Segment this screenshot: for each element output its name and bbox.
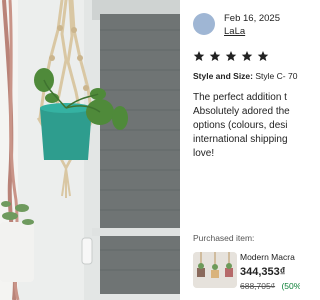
product-name[interactable]: Modern Macra bbox=[240, 252, 295, 262]
product-thumbnail-image bbox=[193, 252, 237, 288]
macrame-plant-hanger-photo bbox=[0, 0, 180, 300]
review-text-line: Absolutely adored the bbox=[193, 106, 290, 117]
product-price: 344,353₫ bbox=[240, 266, 286, 278]
reviewer-avatar[interactable] bbox=[193, 13, 215, 35]
review-text-line: options (colours, desi bbox=[193, 120, 288, 131]
star-icon bbox=[225, 51, 237, 61]
style-value: Style C- 70 bbox=[255, 71, 298, 81]
discount-percent: (50% bbox=[281, 281, 300, 291]
original-price-row: 688,705₫ (50% bbox=[240, 281, 300, 291]
star-icon bbox=[193, 51, 205, 61]
review-text: The perfect addition t Absolutely adored… bbox=[193, 91, 300, 161]
reviewer-name[interactable]: LaLa bbox=[224, 26, 245, 37]
style-and-size: Style and Size: Style C- 70 bbox=[193, 71, 297, 81]
star-icon bbox=[257, 51, 269, 61]
review-panel: Feb 16, 2025 LaLa Style and Size: Style … bbox=[180, 0, 300, 300]
review-date: Feb 16, 2025 bbox=[224, 13, 280, 24]
style-label: Style and Size: bbox=[193, 71, 253, 81]
review-text-line: international shipping bbox=[193, 134, 288, 145]
star-rating bbox=[193, 50, 269, 62]
purchased-item-label: Purchased item: bbox=[193, 233, 255, 243]
review-text-line: love! bbox=[193, 148, 215, 159]
star-icon bbox=[241, 51, 253, 61]
star-icon bbox=[209, 51, 221, 61]
review-text-line: The perfect addition t bbox=[193, 92, 287, 103]
product-thumbnail[interactable] bbox=[193, 252, 237, 288]
original-price: 688,705₫ bbox=[240, 281, 276, 291]
review-photo[interactable] bbox=[0, 0, 180, 300]
